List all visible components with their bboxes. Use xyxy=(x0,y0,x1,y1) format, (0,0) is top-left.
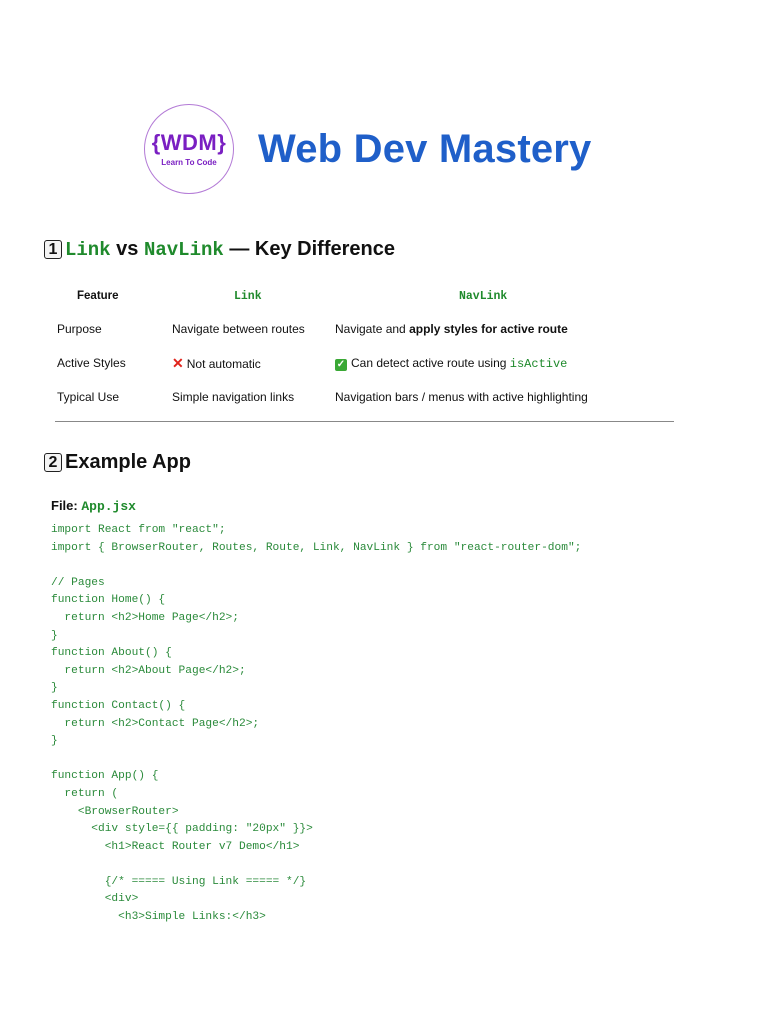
table-row: Typical Use Simple navigation links Navi… xyxy=(49,380,695,414)
cell-code-text: isActive xyxy=(509,356,568,371)
table-header-link: Link xyxy=(234,289,262,303)
check-mark-icon: ✓ xyxy=(335,358,347,371)
table-cell: Simple navigation links xyxy=(172,390,295,404)
logo-tagline: Learn To Code xyxy=(161,157,217,167)
comparison-table: Feature Link NavLink Purpose Navigate be… xyxy=(49,280,695,414)
navlink-keyword: NavLink xyxy=(143,238,224,261)
site-title: Web Dev Mastery xyxy=(258,126,592,171)
logo-mark: {WDM} xyxy=(151,129,227,155)
table-header-feature: Feature xyxy=(77,290,119,302)
table-cell: Navigate between routes xyxy=(172,322,305,336)
table-cell: Navigation bars / menus with active high… xyxy=(335,390,588,404)
section-divider xyxy=(55,421,674,422)
table-header-row: Feature Link NavLink xyxy=(49,280,695,312)
table-cell: ✓ Can detect active route using isActive xyxy=(335,346,695,380)
cross-mark-icon: ✕ xyxy=(172,354,184,371)
logo-brace-close: } xyxy=(217,129,227,155)
table-cell: Purpose xyxy=(57,322,102,336)
table-cell: Navigate and apply styles for active rou… xyxy=(335,312,695,346)
file-label-text: File: xyxy=(51,498,82,513)
cell-text: Navigate and xyxy=(335,322,410,336)
logo-text: WDM xyxy=(160,129,218,155)
table-cell: Typical Use xyxy=(57,390,120,404)
cell-bold-text: apply styles for active route xyxy=(409,322,568,336)
table-cell: Active Styles xyxy=(57,356,126,370)
table-row: Active Styles ✕ Not automatic ✓ Can detect… xyxy=(49,346,695,380)
logo-brace-open: { xyxy=(151,129,161,155)
file-name: App.jsx xyxy=(81,499,136,514)
vs-text: vs xyxy=(110,238,144,260)
table-cell: ✕ Not automatic xyxy=(172,346,335,380)
heading-rest: — Key Difference xyxy=(223,238,395,260)
cell-text: Can detect active route using xyxy=(351,355,510,370)
section-2-title: Example App xyxy=(65,451,191,473)
section-2-heading: 2 Example App xyxy=(44,451,191,474)
section-1-heading: 1 Link vs NavLink — Key Difference xyxy=(44,238,395,261)
section-number-badge: 2 xyxy=(44,453,62,472)
file-label: File: App.jsx xyxy=(51,498,136,514)
code-block: import React from "react"; import { Brow… xyxy=(51,524,582,924)
link-keyword: Link xyxy=(65,238,111,261)
table-header-navlink: NavLink xyxy=(459,289,508,303)
cell-text: Not automatic xyxy=(186,356,261,371)
section-number-badge: 1 xyxy=(44,240,62,259)
wdm-logo: {WDM} Learn To Code xyxy=(144,104,234,194)
table-row: Purpose Navigate between routes Navigate… xyxy=(49,312,695,346)
page-header: {WDM} Learn To Code Web Dev Mastery xyxy=(144,104,592,194)
